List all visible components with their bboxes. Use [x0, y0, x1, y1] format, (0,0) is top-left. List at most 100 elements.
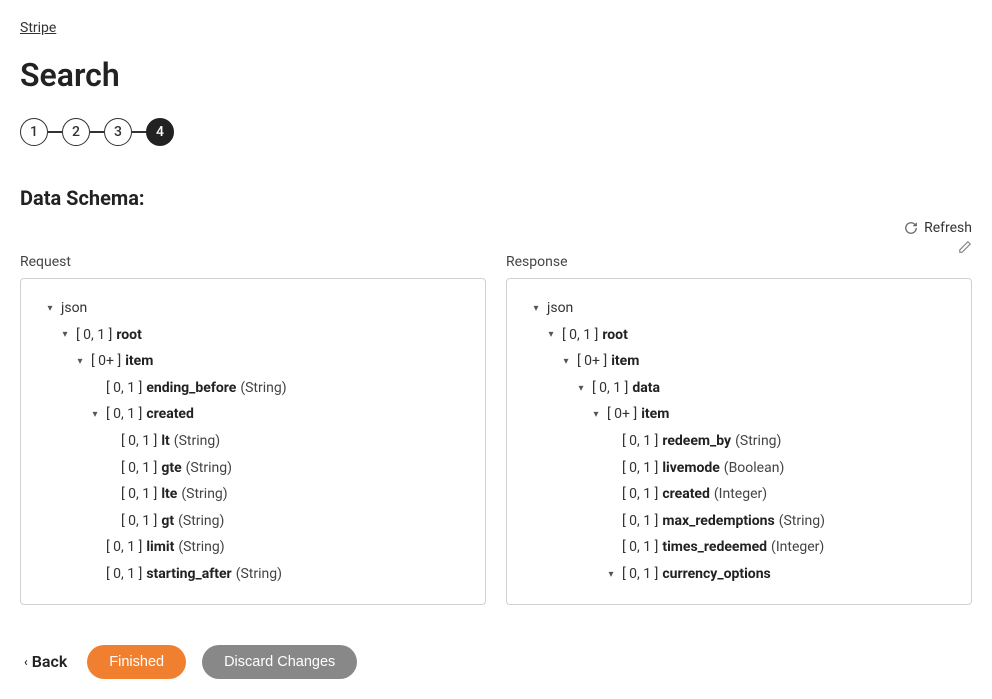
tree-row[interactable]: [ 0, 1 ] times_redeemed (Integer)	[519, 534, 959, 561]
section-title: Data Schema:	[20, 186, 972, 210]
occurrence: [ 0, 1 ]	[622, 455, 658, 482]
field-type: (String)	[236, 561, 282, 588]
request-label: Request	[20, 254, 71, 270]
tree-row[interactable]: [ 0, 1 ] limit (String)	[33, 534, 473, 561]
tree-row[interactable]: [ 0, 1 ] ending_before (String)	[33, 375, 473, 402]
occurrence: [ 0, 1 ]	[622, 561, 658, 588]
field-name: gt	[161, 508, 174, 535]
occurrence: [ 0, 1 ]	[121, 481, 157, 508]
response-panel: Refresh Response ▾ json ▾ [ 0, 1 ] root …	[506, 240, 972, 605]
tree-row[interactable]: [ 0, 1 ] lte (String)	[33, 481, 473, 508]
field-name: item	[641, 401, 669, 428]
tree-row-item[interactable]: ▾ [ 0+ ] item	[33, 348, 473, 375]
field-type: (String)	[779, 508, 825, 535]
breadcrumb-link[interactable]: Stripe	[20, 20, 56, 36]
field-name: times_redeemed	[662, 534, 767, 561]
tree-row-item[interactable]: ▾ [ 0+ ] item	[519, 348, 959, 375]
node-label: json	[61, 295, 87, 322]
field-name: redeem_by	[662, 428, 731, 455]
tree-row[interactable]: [ 0, 1 ] gt (String)	[33, 508, 473, 535]
tree-row-root[interactable]: ▾ [ 0, 1 ] root	[519, 322, 959, 349]
occurrence: [ 0, 1 ]	[622, 508, 658, 535]
field-name: item	[611, 348, 639, 375]
step-connector	[90, 131, 104, 133]
tree-row[interactable]: [ 0, 1 ] max_redemptions (String)	[519, 508, 959, 535]
tree-row[interactable]: [ 0, 1 ] starting_after (String)	[33, 561, 473, 588]
step-3[interactable]: 3	[104, 118, 132, 146]
tree-row-json[interactable]: ▾ json	[33, 295, 473, 322]
step-2[interactable]: 2	[62, 118, 90, 146]
field-type: (String)	[181, 481, 227, 508]
field-name: root	[116, 322, 141, 349]
field-name: item	[125, 348, 153, 375]
field-name: max_redemptions	[662, 508, 774, 535]
discard-button[interactable]: Discard Changes	[202, 645, 357, 679]
occurrence: [ 0, 1 ]	[106, 534, 142, 561]
tree-row[interactable]: [ 0, 1 ] gte (String)	[33, 455, 473, 482]
field-name: starting_after	[146, 561, 231, 588]
chevron-down-icon[interactable]: ▾	[559, 352, 573, 371]
chevron-down-icon[interactable]: ▾	[604, 565, 618, 584]
field-name: data	[632, 375, 660, 402]
finished-button[interactable]: Finished	[87, 645, 186, 679]
tree-row-currency-options[interactable]: ▾ [ 0, 1 ] currency_options	[519, 561, 959, 588]
chevron-down-icon[interactable]: ▾	[544, 325, 558, 344]
field-name: ending_before	[146, 375, 236, 402]
tree-row[interactable]: [ 0, 1 ] livemode (Boolean)	[519, 455, 959, 482]
edit-icon[interactable]	[958, 240, 972, 254]
tree-row[interactable]: [ 0, 1 ] redeem_by (String)	[519, 428, 959, 455]
occurrence: [ 0, 1 ]	[592, 375, 628, 402]
occurrence: [ 0, 1 ]	[622, 481, 658, 508]
tree-row-json[interactable]: ▾ json	[519, 295, 959, 322]
field-type: (String)	[186, 455, 232, 482]
step-1[interactable]: 1	[20, 118, 48, 146]
back-button[interactable]: ‹ Back	[20, 646, 71, 677]
field-type: (String)	[240, 375, 286, 402]
field-type: (Integer)	[771, 534, 824, 561]
occurrence: [ 0, 1 ]	[121, 428, 157, 455]
field-name: root	[602, 322, 627, 349]
occurrence: [ 0, 1 ]	[76, 322, 112, 349]
occurrence: [ 0, 1 ]	[121, 508, 157, 535]
tree-row-item[interactable]: ▾ [ 0+ ] item	[519, 401, 959, 428]
occurrence: [ 0, 1 ]	[622, 534, 658, 561]
occurrence: [ 0+ ]	[91, 348, 121, 375]
step-indicator: 1 2 3 4	[20, 118, 972, 146]
field-type: (String)	[174, 428, 220, 455]
field-type: (Integer)	[714, 481, 767, 508]
tree-row-root[interactable]: ▾ [ 0, 1 ] root	[33, 322, 473, 349]
step-connector	[48, 131, 62, 133]
field-name: livemode	[662, 455, 719, 482]
page-title: Search	[20, 56, 972, 94]
field-name: lte	[161, 481, 177, 508]
field-type: (Boolean)	[724, 455, 785, 482]
field-name: created	[662, 481, 710, 508]
tree-row[interactable]: [ 0, 1 ] lt (String)	[33, 428, 473, 455]
occurrence: [ 0, 1 ]	[106, 561, 142, 588]
occurrence: [ 0+ ]	[607, 401, 637, 428]
refresh-button[interactable]: Refresh	[904, 220, 972, 236]
field-name: gte	[161, 455, 181, 482]
occurrence: [ 0, 1 ]	[562, 322, 598, 349]
tree-row[interactable]: [ 0, 1 ] created (Integer)	[519, 481, 959, 508]
step-4[interactable]: 4	[146, 118, 174, 146]
refresh-icon	[904, 221, 918, 235]
occurrence: [ 0, 1 ]	[106, 375, 142, 402]
chevron-down-icon[interactable]: ▾	[574, 379, 588, 398]
field-type: (String)	[178, 508, 224, 535]
field-name: currency_options	[662, 561, 770, 588]
chevron-left-icon: ‹	[24, 655, 28, 669]
tree-row-data[interactable]: ▾ [ 0, 1 ] data	[519, 375, 959, 402]
chevron-down-icon[interactable]: ▾	[589, 405, 603, 424]
chevron-down-icon[interactable]: ▾	[529, 299, 543, 318]
field-name: limit	[146, 534, 174, 561]
occurrence: [ 0+ ]	[577, 348, 607, 375]
occurrence: [ 0, 1 ]	[622, 428, 658, 455]
chevron-down-icon[interactable]: ▾	[58, 325, 72, 344]
chevron-down-icon[interactable]: ▾	[43, 299, 57, 318]
chevron-down-icon[interactable]: ▾	[88, 405, 102, 424]
footer-actions: ‹ Back Finished Discard Changes	[20, 645, 972, 679]
tree-row-created[interactable]: ▾ [ 0, 1 ] created	[33, 401, 473, 428]
chevron-down-icon[interactable]: ▾	[73, 352, 87, 371]
step-connector	[132, 131, 146, 133]
